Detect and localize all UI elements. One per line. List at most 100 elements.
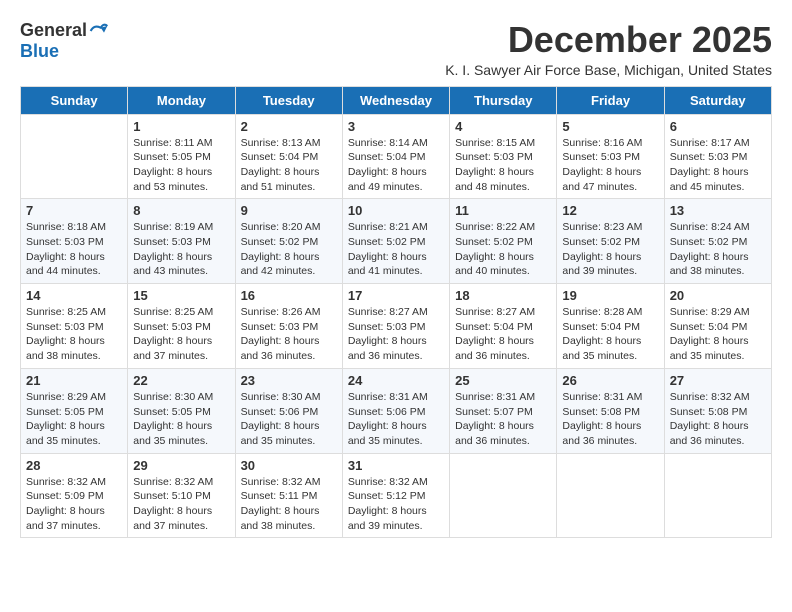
day-info: Sunrise: 8:23 AM Sunset: 5:02 PM Dayligh… [562,220,658,279]
day-info: Sunrise: 8:18 AM Sunset: 5:03 PM Dayligh… [26,220,122,279]
day-number: 28 [26,458,122,473]
calendar-cell: 20Sunrise: 8:29 AM Sunset: 5:04 PM Dayli… [664,284,771,369]
day-number: 18 [455,288,551,303]
day-info: Sunrise: 8:31 AM Sunset: 5:07 PM Dayligh… [455,390,551,449]
day-info: Sunrise: 8:15 AM Sunset: 5:03 PM Dayligh… [455,136,551,195]
calendar-cell: 22Sunrise: 8:30 AM Sunset: 5:05 PM Dayli… [128,368,235,453]
day-number: 11 [455,203,551,218]
calendar-cell: 31 Sunrise: 8:32 AM Sunset: 5:12 PM Dayli… [342,453,449,538]
day-number: 17 [348,288,444,303]
day-number: 10 [348,203,444,218]
day-number: 19 [562,288,658,303]
day-number: 13 [670,203,766,218]
calendar-week-2: 7 Sunrise: 8:18 AM Sunset: 5:03 PM Daylig… [21,199,772,284]
month-title: December 2025 [445,20,772,60]
calendar-cell: 14 Sunrise: 8:25 AM Sunset: 5:03 PM Dayli… [21,284,128,369]
day-info: Sunrise: 8:26 AM Sunset: 5:03 PM Dayligh… [241,305,337,364]
day-info: Sunrise: 8:32 AM Sunset: 5:08 PM Dayligh… [670,390,766,449]
day-info: Sunrise: 8:22 AM Sunset: 5:02 PM Dayligh… [455,220,551,279]
day-number: 3 [348,119,444,134]
day-number: 31 [348,458,444,473]
day-number: 1 [133,119,229,134]
day-info: Sunrise: 8:14 AM Sunset: 5:04 PM Dayligh… [348,136,444,195]
calendar-cell: 4 Sunrise: 8:15 AM Sunset: 5:03 PM Daylig… [450,114,557,199]
day-number: 2 [241,119,337,134]
logo-general: General [20,20,87,41]
calendar-cell: 29 Sunrise: 8:32 AM Sunset: 5:10 PM Dayli… [128,453,235,538]
calendar-cell [21,114,128,199]
calendar-cell: 23 Sunrise: 8:30 AM Sunset: 5:06 PM Dayli… [235,368,342,453]
calendar-table: SundayMondayTuesdayWednesdayThursdayFrid… [20,86,772,539]
calendar-cell: 7 Sunrise: 8:18 AM Sunset: 5:03 PM Daylig… [21,199,128,284]
day-info: Sunrise: 8:30 AM Sunset: 5:05 PM Dayligh… [133,390,229,449]
calendar-week-5: 28Sunrise: 8:32 AM Sunset: 5:09 PM Dayli… [21,453,772,538]
day-info: Sunrise: 8:32 AM Sunset: 5:12 PM Dayligh… [348,475,444,534]
day-info: Sunrise: 8:32 AM Sunset: 5:10 PM Dayligh… [133,475,229,534]
day-info: Sunrise: 8:31 AM Sunset: 5:06 PM Dayligh… [348,390,444,449]
day-info: Sunrise: 8:31 AM Sunset: 5:08 PM Dayligh… [562,390,658,449]
day-info: Sunrise: 8:19 AM Sunset: 5:03 PM Dayligh… [133,220,229,279]
logo-blue: Blue [20,41,59,62]
day-number: 29 [133,458,229,473]
day-info: Sunrise: 8:21 AM Sunset: 5:02 PM Dayligh… [348,220,444,279]
calendar-cell: 17 Sunrise: 8:27 AM Sunset: 5:03 PM Dayli… [342,284,449,369]
calendar-header-row: SundayMondayTuesdayWednesdayThursdayFrid… [21,86,772,114]
calendar-cell [664,453,771,538]
day-info: Sunrise: 8:32 AM Sunset: 5:11 PM Dayligh… [241,475,337,534]
day-header-friday: Friday [557,86,664,114]
calendar-cell: 5 Sunrise: 8:16 AM Sunset: 5:03 PM Daylig… [557,114,664,199]
location-subtitle: K. I. Sawyer Air Force Base, Michigan, U… [445,62,772,78]
day-info: Sunrise: 8:17 AM Sunset: 5:03 PM Dayligh… [670,136,766,195]
day-number: 27 [670,373,766,388]
day-info: Sunrise: 8:30 AM Sunset: 5:06 PM Dayligh… [241,390,337,449]
day-number: 5 [562,119,658,134]
day-number: 24 [348,373,444,388]
calendar-week-4: 21Sunrise: 8:29 AM Sunset: 5:05 PM Dayli… [21,368,772,453]
day-number: 6 [670,119,766,134]
calendar-cell: 1 Sunrise: 8:11 AM Sunset: 5:05 PM Daylig… [128,114,235,199]
day-info: Sunrise: 8:25 AM Sunset: 5:03 PM Dayligh… [26,305,122,364]
page-header: General Blue December 2025 K. I. Sawyer … [20,20,772,78]
day-number: 15 [133,288,229,303]
calendar-cell: 21Sunrise: 8:29 AM Sunset: 5:05 PM Dayli… [21,368,128,453]
logo: General Blue [20,20,109,62]
calendar-cell: 2Sunrise: 8:13 AM Sunset: 5:04 PM Daylig… [235,114,342,199]
day-number: 8 [133,203,229,218]
calendar-week-1: 1 Sunrise: 8:11 AM Sunset: 5:05 PM Daylig… [21,114,772,199]
day-number: 4 [455,119,551,134]
title-section: December 2025 K. I. Sawyer Air Force Bas… [445,20,772,78]
calendar-cell: 28Sunrise: 8:32 AM Sunset: 5:09 PM Dayli… [21,453,128,538]
day-number: 26 [562,373,658,388]
day-number: 25 [455,373,551,388]
day-number: 12 [562,203,658,218]
day-info: Sunrise: 8:29 AM Sunset: 5:04 PM Dayligh… [670,305,766,364]
calendar-cell: 9Sunrise: 8:20 AM Sunset: 5:02 PM Daylig… [235,199,342,284]
calendar-cell: 6 Sunrise: 8:17 AM Sunset: 5:03 PM Daylig… [664,114,771,199]
day-info: Sunrise: 8:11 AM Sunset: 5:05 PM Dayligh… [133,136,229,195]
calendar-week-3: 14 Sunrise: 8:25 AM Sunset: 5:03 PM Dayli… [21,284,772,369]
day-header-sunday: Sunday [21,86,128,114]
day-info: Sunrise: 8:27 AM Sunset: 5:03 PM Dayligh… [348,305,444,364]
day-info: Sunrise: 8:27 AM Sunset: 5:04 PM Dayligh… [455,305,551,364]
day-info: Sunrise: 8:25 AM Sunset: 5:03 PM Dayligh… [133,305,229,364]
day-number: 14 [26,288,122,303]
calendar-cell: 18 Sunrise: 8:27 AM Sunset: 5:04 PM Dayli… [450,284,557,369]
calendar-cell: 26 Sunrise: 8:31 AM Sunset: 5:08 PM Dayli… [557,368,664,453]
day-info: Sunrise: 8:24 AM Sunset: 5:02 PM Dayligh… [670,220,766,279]
calendar-cell: 27 Sunrise: 8:32 AM Sunset: 5:08 PM Dayli… [664,368,771,453]
calendar-cell: 12 Sunrise: 8:23 AM Sunset: 5:02 PM Dayli… [557,199,664,284]
calendar-cell: 25 Sunrise: 8:31 AM Sunset: 5:07 PM Dayli… [450,368,557,453]
calendar-cell: 10 Sunrise: 8:21 AM Sunset: 5:02 PM Dayli… [342,199,449,284]
day-header-tuesday: Tuesday [235,86,342,114]
day-number: 16 [241,288,337,303]
day-number: 30 [241,458,337,473]
day-number: 23 [241,373,337,388]
day-number: 7 [26,203,122,218]
calendar-cell: 30 Sunrise: 8:32 AM Sunset: 5:11 PM Dayli… [235,453,342,538]
day-header-monday: Monday [128,86,235,114]
day-header-wednesday: Wednesday [342,86,449,114]
day-info: Sunrise: 8:16 AM Sunset: 5:03 PM Dayligh… [562,136,658,195]
day-info: Sunrise: 8:29 AM Sunset: 5:05 PM Dayligh… [26,390,122,449]
calendar-cell: 16 Sunrise: 8:26 AM Sunset: 5:03 PM Dayli… [235,284,342,369]
logo-icon [89,21,109,41]
